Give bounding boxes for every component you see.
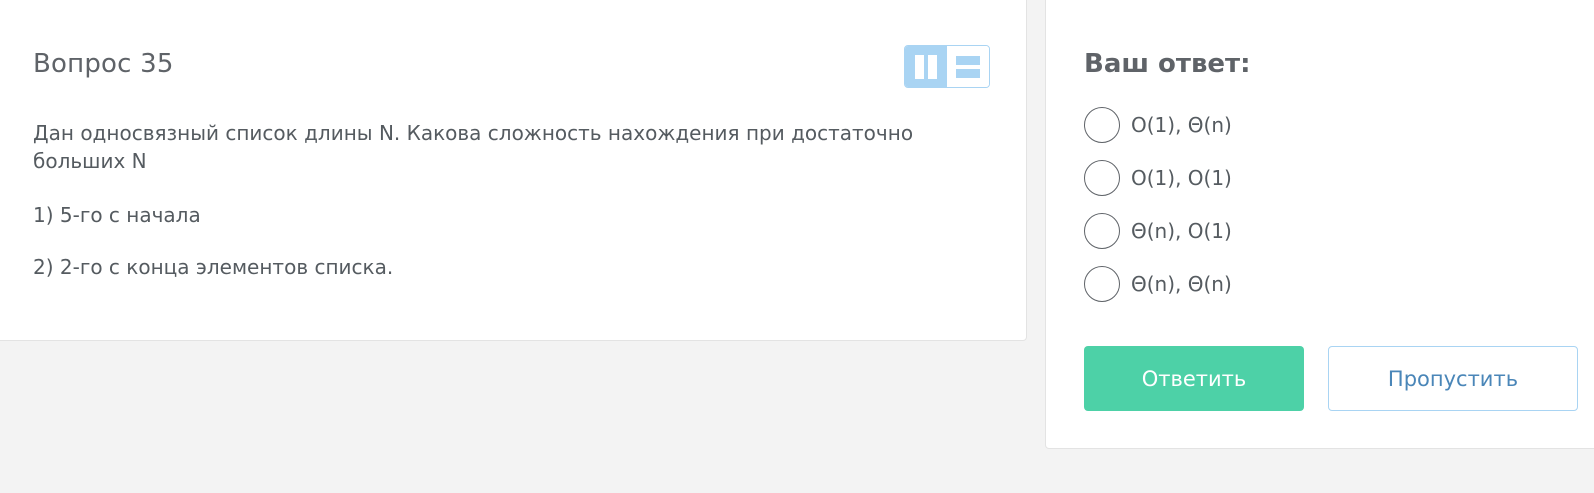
- columns-layout-icon: [915, 54, 937, 79]
- rows-layout-button[interactable]: [947, 46, 989, 87]
- submit-answer-button[interactable]: Ответить: [1084, 346, 1304, 411]
- layout-toggle: [904, 45, 990, 88]
- answer-option-3[interactable]: Θ(n), O(1): [1084, 213, 1232, 249]
- answer-card: Ваш ответ: O(1), Θ(n) O(1), O(1) Θ(n), O…: [1045, 0, 1594, 449]
- option-label: O(1), Θ(n): [1131, 113, 1232, 137]
- radio-button[interactable]: [1084, 213, 1120, 249]
- radio-button[interactable]: [1084, 160, 1120, 196]
- question-card: Вопрос 35 Дан односвязный список длины N…: [0, 0, 1027, 341]
- answer-option-1[interactable]: O(1), Θ(n): [1084, 107, 1232, 143]
- option-label: O(1), O(1): [1131, 166, 1232, 190]
- question-title: Вопрос 35: [33, 49, 174, 79]
- skip-button[interactable]: Пропустить: [1328, 346, 1578, 411]
- answer-option-2[interactable]: O(1), O(1): [1084, 160, 1232, 196]
- answer-option-4[interactable]: Θ(n), Θ(n): [1084, 266, 1232, 302]
- option-label: Θ(n), Θ(n): [1131, 272, 1232, 296]
- question-item-1: 1) 5-го с начала: [33, 203, 201, 227]
- radio-button[interactable]: [1084, 266, 1120, 302]
- answer-title: Ваш ответ:: [1084, 49, 1251, 79]
- question-text: Дан односвязный список длины N. Какова с…: [33, 121, 914, 173]
- question-item-2: 2) 2-го с конца элементов списка.: [33, 255, 394, 279]
- option-label: Θ(n), O(1): [1131, 219, 1232, 243]
- rows-layout-icon: [956, 55, 980, 78]
- radio-button[interactable]: [1084, 107, 1120, 143]
- columns-layout-button[interactable]: [905, 46, 947, 87]
